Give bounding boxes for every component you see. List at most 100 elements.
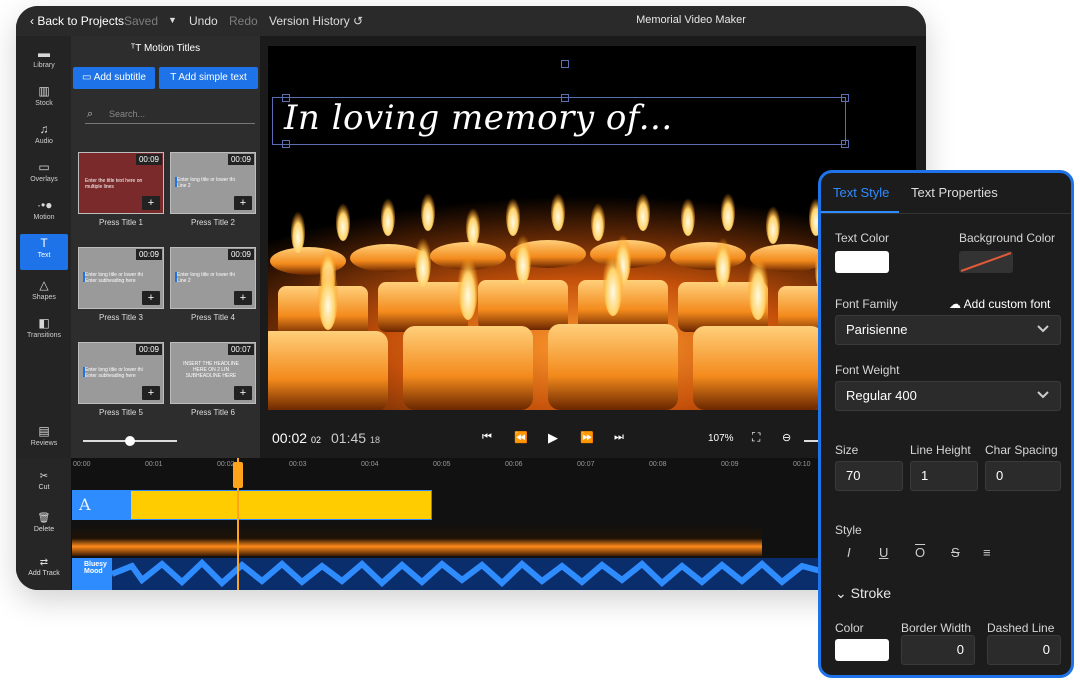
audio-clip[interactable]: Bluesy Mood xyxy=(72,558,832,590)
slider-handle[interactable] xyxy=(125,436,135,446)
strikethrough-icon[interactable]: S xyxy=(951,545,960,560)
resize-handle[interactable] xyxy=(282,140,290,148)
resize-handle[interactable] xyxy=(282,94,290,102)
size-label: Size xyxy=(835,443,859,457)
char-spacing-input[interactable]: 0 xyxy=(985,461,1061,491)
font-family-label: Font Family xyxy=(835,297,898,311)
border-width-label: Border Width xyxy=(901,621,972,635)
italic-icon[interactable]: I xyxy=(847,545,851,560)
background-color-swatch[interactable] xyxy=(959,251,1013,273)
add-subtitle-button[interactable]: ▭ Add subtitle xyxy=(73,67,155,89)
title-thumb-6[interactable]: INSERT THE HEADLINE HERE ON 2 LIN SUBHEA… xyxy=(170,342,256,404)
text-icon: T xyxy=(40,236,48,250)
add-custom-font-button[interactable]: ☁ Add custom font xyxy=(949,297,1050,311)
zoom-out-icon[interactable]: ⊖ xyxy=(782,431,791,444)
align-icon[interactable]: ≡ xyxy=(983,545,991,560)
overline-icon[interactable]: O xyxy=(915,545,925,560)
title-label: Press Title 4 xyxy=(190,313,235,322)
fullscreen-icon[interactable]: ⛶ xyxy=(752,430,760,445)
stroke-color-swatch[interactable] xyxy=(835,639,889,661)
line-height-label: Line Height xyxy=(910,443,971,457)
title-clip[interactable]: A xyxy=(72,490,432,520)
text-color-label: Text Color xyxy=(835,231,890,245)
add-track-tool[interactable]: ⇄ Add Track xyxy=(20,554,68,588)
sidebar-item-stock[interactable]: ▥ Stock xyxy=(20,82,68,118)
skip-end-icon[interactable]: ⏭ xyxy=(614,431,624,444)
border-width-input[interactable]: 0 xyxy=(901,635,975,665)
rotate-handle[interactable] xyxy=(561,60,569,68)
timeline-ruler[interactable]: 00:00 00:01 00:02 00:03 00:04 00:05 00:0… xyxy=(71,458,926,474)
line-height-input[interactable]: 1 xyxy=(910,461,978,491)
resize-handle[interactable] xyxy=(841,94,849,102)
cut-tool[interactable]: ✂ Cut xyxy=(20,468,68,502)
editor-window: ‹ Back to Projects Saved ▼ Undo Redo Ver… xyxy=(16,6,926,590)
title-clip-handle: A xyxy=(73,491,131,519)
save-dropdown-icon[interactable]: ▼ xyxy=(168,15,177,25)
sidebar-item-overlays[interactable]: ▭ Overlays xyxy=(20,158,68,194)
background-color-label: Background Color xyxy=(959,231,1056,245)
cloud-upload-icon: ☁ xyxy=(949,297,964,311)
sidebar-item-library[interactable]: ▬ Library xyxy=(20,44,68,80)
sidebar-item-reviews[interactable]: ▤ Reviews xyxy=(20,422,68,458)
underline-icon[interactable]: U xyxy=(879,545,888,560)
saved-status: Saved xyxy=(124,14,159,28)
sidebar-item-motion[interactable]: ·•● Motion xyxy=(20,196,68,232)
add-title-button[interactable]: + xyxy=(142,196,160,210)
duration-badge: 00:09 xyxy=(227,154,254,165)
sidebar-item-audio[interactable]: ♫ Audio xyxy=(20,120,68,156)
title-thumb-2[interactable]: Enter long title or lower thi Line 2 00:… xyxy=(170,152,256,214)
overlay-icon: ▭ xyxy=(38,160,50,174)
play-icon[interactable]: ▶ xyxy=(548,430,558,446)
add-title-button[interactable]: + xyxy=(142,291,160,305)
search-input[interactable]: ⌕ Search... xyxy=(85,104,255,124)
audio-waveform xyxy=(110,558,832,588)
resize-handle[interactable] xyxy=(561,94,569,102)
add-title-button[interactable]: + xyxy=(234,386,252,400)
text-selection-box[interactable] xyxy=(272,97,846,145)
title-label: Press Title 3 xyxy=(98,313,143,322)
video-clip[interactable] xyxy=(72,524,762,556)
size-input[interactable]: 70 xyxy=(835,461,903,491)
delete-tool[interactable]: 🗑 Delete xyxy=(20,510,68,544)
version-history-button[interactable]: Version History ↺ xyxy=(269,14,363,28)
add-title-button[interactable]: + xyxy=(234,291,252,305)
playhead-handle[interactable] xyxy=(233,462,243,488)
resize-handle[interactable] xyxy=(841,140,849,148)
title-thumb-4[interactable]: Enter long title or lower thi Line 2 00:… xyxy=(170,247,256,309)
stroke-section[interactable]: ⌄ Stroke xyxy=(835,585,891,602)
undo-button[interactable]: Undo xyxy=(189,14,218,28)
title-thumb-5[interactable]: Enter long title or lower thi Enter subh… xyxy=(78,342,164,404)
text-color-swatch[interactable] xyxy=(835,251,889,273)
chevron-down-icon: ⌄ xyxy=(835,585,851,601)
redo-button[interactable]: Redo xyxy=(229,14,258,28)
title-thumb-3[interactable]: Enter long title or lower thi Enter subh… xyxy=(78,247,164,309)
motion-icon: ·•● xyxy=(37,198,53,212)
dashed-line-label: Dashed Line xyxy=(987,621,1055,635)
add-simple-text-button[interactable]: T Add simple text xyxy=(159,67,258,89)
fast-forward-icon[interactable]: ⏩ xyxy=(580,431,594,444)
title-label: Press Title 6 xyxy=(190,408,235,417)
chevron-down-icon xyxy=(1037,391,1049,399)
timeline: ✂ Cut 🗑 Delete ⇄ Add Track 00:00 00:01 0… xyxy=(16,458,926,590)
tab-text-properties[interactable]: Text Properties xyxy=(911,185,998,200)
thumbnail-size-slider[interactable] xyxy=(83,436,177,446)
font-family-select[interactable]: Parisienne xyxy=(835,315,1061,345)
folder-icon: ▬ xyxy=(38,46,50,60)
sidebar-item-shapes[interactable]: △ Shapes xyxy=(20,276,68,312)
chat-icon: ▤ xyxy=(38,424,50,438)
tab-text-style[interactable]: Text Style xyxy=(833,185,889,200)
shapes-icon: △ xyxy=(39,278,49,292)
sidebar-item-text[interactable]: T Text xyxy=(20,234,68,270)
back-to-projects-link[interactable]: ‹ Back to Projects xyxy=(30,14,124,28)
font-weight-select[interactable]: Regular 400 xyxy=(835,381,1061,411)
rewind-icon[interactable]: ⏪ xyxy=(514,431,528,444)
sidebar-item-transitions[interactable]: ◧ Transitions xyxy=(20,314,68,350)
add-title-button[interactable]: + xyxy=(142,386,160,400)
add-title-button[interactable]: + xyxy=(234,196,252,210)
title-thumb-1[interactable]: Enter the title text here on multiple li… xyxy=(78,152,164,214)
stroke-color-label: Color xyxy=(835,621,864,635)
skip-start-icon[interactable]: ⏮ xyxy=(482,431,492,444)
dashed-line-input[interactable]: 0 xyxy=(987,635,1061,665)
title-label: Press Title 5 xyxy=(98,408,143,417)
chevron-down-icon xyxy=(1037,325,1049,333)
